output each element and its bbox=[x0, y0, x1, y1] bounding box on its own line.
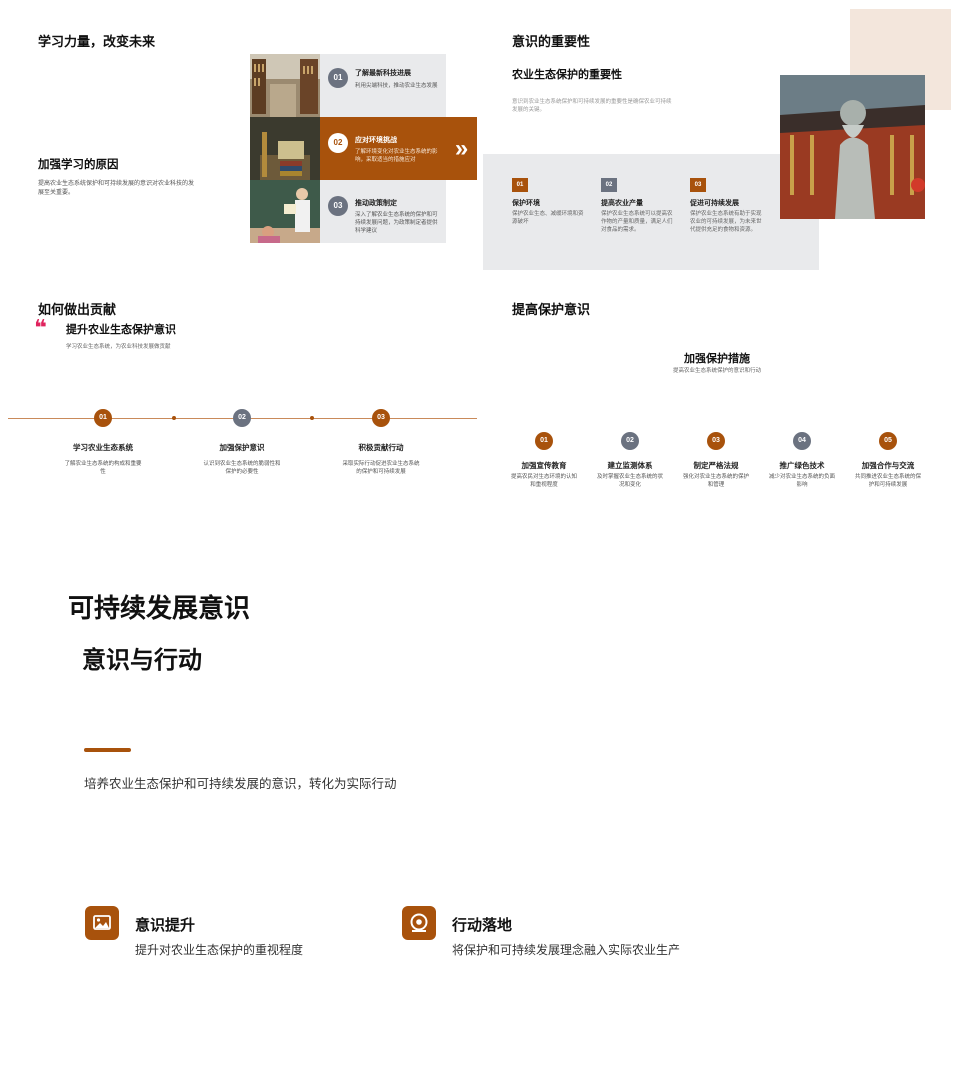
books-photo bbox=[250, 117, 320, 180]
slide4-step-5-desc: 共同推进农业生态系统的保护和可持续发展 bbox=[854, 474, 921, 488]
slide3-step-3-desc: 采取实际行动促进农业生态系统的保护和可持续发展 bbox=[342, 461, 420, 475]
slide3-step-2-marker: 02 bbox=[233, 409, 251, 427]
slide2-subtitle: 农业生态保护的重要性 bbox=[512, 69, 622, 81]
slide3-desc: 学习农业生态系统，为农业科技发展做贡献 bbox=[66, 344, 171, 350]
target-icon bbox=[402, 906, 436, 940]
slide3-step-1-desc: 了解农业生态系统的构成和重要性 bbox=[64, 461, 142, 475]
slide1-title: 学习力量，改变未来 bbox=[38, 34, 156, 49]
slide1-card-2: 02 应对环境挑战 了解环境变化对农业生态系统的影响，采取适当的措施应对 bbox=[320, 117, 446, 180]
slide4-step-4-marker: 04 bbox=[793, 432, 811, 450]
card-title: 了解最新科技进展 bbox=[355, 70, 411, 77]
slide2-desc: 意识到农业生态系统保护和可持续发展的重要性是确保农业可持续发展的关键。 bbox=[512, 99, 672, 113]
slide3-step-1-marker: 01 bbox=[94, 409, 112, 427]
slide2-item-3-number: 03 bbox=[690, 178, 706, 192]
card-title: 应对环境挑战 bbox=[355, 137, 397, 144]
card-desc: 利用尖端科技，推动农业生态发展 bbox=[355, 83, 438, 89]
feature-2-desc: 将保护和可持续发展理念融入实际农业生产 bbox=[452, 943, 681, 957]
image-icon bbox=[85, 906, 119, 940]
double-chevron-right-icon: » bbox=[454, 135, 469, 162]
slide3-title: 如何做出贡献 bbox=[38, 302, 117, 317]
card-desc: 了解环境变化对农业生态系统的影响，采取适当的措施应对 bbox=[355, 149, 438, 163]
slide1-heading: 加强学习的原因 bbox=[38, 159, 119, 171]
classroom-photo bbox=[250, 180, 320, 243]
card-desc: 深入了解农业生态系统的保护和可持续发展问题，为政策制定者提供科学建议 bbox=[355, 212, 438, 234]
slide2-item-1-desc: 保护农业生态、减缓环境和资源破坏 bbox=[512, 211, 584, 225]
slide4-step-1-desc: 提高农民对生态环境的认知和重视程度 bbox=[510, 474, 577, 488]
slide3-step-2-desc: 认识到农业生态系统的脆弱性和保护的必要性 bbox=[203, 461, 281, 475]
slide4-title: 提高保护意识 bbox=[512, 302, 591, 317]
slide2-item-2-title: 提高农业产量 bbox=[601, 200, 643, 207]
timeline-dot bbox=[310, 416, 314, 420]
slide4-step-2-desc: 及时掌握农业生态系统的状况和变化 bbox=[596, 474, 663, 488]
slide4-step-3-desc: 强化对农业生态系统的保护和管理 bbox=[682, 474, 749, 488]
card-number: 01 bbox=[328, 68, 348, 88]
slide3-step-3-title: 积极贡献行动 bbox=[358, 443, 404, 452]
slide3-step-1-title: 学习农业生态系统 bbox=[73, 443, 133, 452]
slide5-title: 可持续发展意识 bbox=[68, 593, 251, 623]
next-arrow-block: » bbox=[446, 117, 477, 180]
slide4-desc: 提高农业生态系统保护的意识和行动 bbox=[672, 368, 761, 374]
timeline-dot bbox=[172, 416, 176, 420]
quote-icon: ❝ bbox=[34, 315, 47, 340]
slide2-item-3-desc: 保护农业生态系统有助于实现农业的可持续发展，为未来世代提供充足的食物和资源。 bbox=[690, 211, 762, 233]
card-number: 02 bbox=[328, 133, 348, 153]
slide1-card-1: 01 了解最新科技进展 利用尖端科技，推动农业生态发展 bbox=[320, 54, 446, 117]
slide5-subtitle: 意识与行动 bbox=[82, 647, 202, 674]
feature-2-title: 行动落地 bbox=[452, 917, 513, 934]
card-title: 推动政策制定 bbox=[355, 200, 397, 207]
library-photo bbox=[250, 54, 320, 117]
slide4-step-2-title: 建立监测体系 bbox=[607, 461, 653, 470]
slide4-step-4-title: 推广绿色技术 bbox=[779, 461, 825, 470]
accent-bar bbox=[84, 748, 131, 752]
slide2-item-1-title: 保护环境 bbox=[512, 200, 540, 207]
slide3-subtitle: 提升农业生态保护意识 bbox=[66, 324, 176, 336]
card-number: 03 bbox=[328, 196, 348, 216]
slide4-step-1-marker: 01 bbox=[535, 432, 553, 450]
slide4-subtitle: 加强保护措施 bbox=[684, 353, 750, 365]
feature-1-title: 意识提升 bbox=[135, 917, 196, 934]
slide1-desc: 提高农业生态系统保护和可持续发展的意识对农业科技的发展至关重要。 bbox=[38, 181, 195, 196]
slide4-step-1-title: 加强宣传教育 bbox=[521, 461, 567, 470]
slide2-item-1-number: 01 bbox=[512, 178, 528, 192]
slide4-step-5-marker: 05 bbox=[879, 432, 897, 450]
slide4-step-3-marker: 03 bbox=[707, 432, 725, 450]
slide4-step-2-marker: 02 bbox=[621, 432, 639, 450]
slide4-step-5-title: 加强合作与交流 bbox=[861, 461, 915, 470]
statue-photo bbox=[780, 75, 925, 219]
slide1-card-3: 03 推动政策制定 深入了解农业生态系统的保护和可持续发展问题，为政策制定者提供… bbox=[320, 180, 446, 243]
feature-1-desc: 提升对农业生态保护的重视程度 bbox=[135, 943, 304, 957]
slide2-item-2-desc: 保护农业生态系统可以提高农作物的产量和质量，满足人们对食品的需求。 bbox=[601, 211, 673, 233]
slide2-item-3-title: 促进可持续发展 bbox=[690, 200, 739, 207]
slide4-step-3-title: 制定严格法规 bbox=[693, 461, 739, 470]
slide3-step-3-marker: 03 bbox=[372, 409, 390, 427]
slide4-step-4-desc: 减少对农业生态系统的负面影响 bbox=[768, 474, 835, 488]
slide2-item-2-number: 02 bbox=[601, 178, 617, 192]
slide2-title: 意识的重要性 bbox=[512, 34, 591, 49]
slide5-desc: 培养农业生态保护和可持续发展的意识，转化为实际行动 bbox=[84, 777, 397, 791]
slide3-step-2-title: 加强保护意识 bbox=[219, 443, 265, 452]
